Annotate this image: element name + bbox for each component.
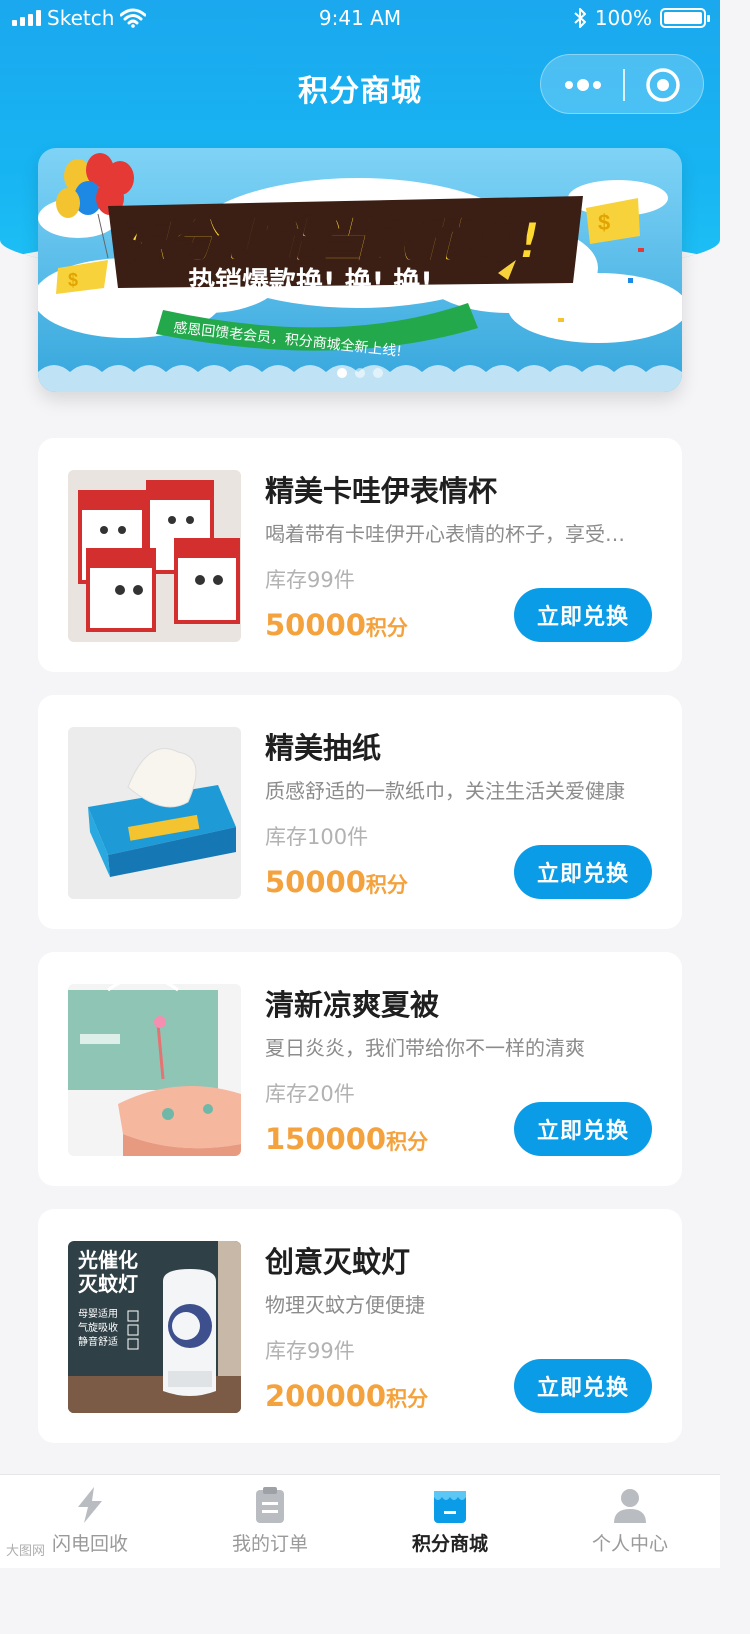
price-value: 50000 — [265, 608, 366, 642]
banner-artwork: $ $ 积分也能当钱花啦! 热销爆款换! 换! 换! 感恩回馈老会员，积分商城全… — [38, 148, 682, 392]
banner-subheadline: 热销爆款换! 换! 换! — [188, 267, 433, 298]
status-bar: Sketch 9:41 AM 100% — [0, 0, 720, 40]
lamp-title-line2: 灭蚊灯 — [78, 1272, 138, 1296]
redeem-button[interactable]: 立即兑换 — [514, 1102, 652, 1156]
watermark: 大图网 — [6, 1544, 46, 1559]
product-price: 50000积分 — [265, 608, 408, 642]
product-description: 质感舒适的一款纸巾，关注生活关爱健康 — [265, 779, 625, 803]
store-icon — [434, 1491, 466, 1523]
product-stock: 库存99件 — [265, 568, 355, 592]
more-icon[interactable] — [561, 71, 605, 99]
tab-label: 个人中心 — [591, 1533, 668, 1555]
product-stock: 库存100件 — [265, 825, 369, 849]
product-price: 50000积分 — [265, 865, 408, 899]
price-unit: 积分 — [365, 616, 408, 640]
price-value: 50000 — [265, 865, 366, 899]
product-stock: 库存20件 — [265, 1082, 355, 1106]
tab-label: 积分商城 — [411, 1533, 488, 1555]
banner-dot[interactable] — [337, 368, 347, 378]
status-right: 100% — [573, 6, 710, 30]
product-image-mug[interactable] — [68, 470, 241, 642]
redeem-button[interactable]: 立即兑换 — [514, 1359, 652, 1413]
lamp-feature: 气旋吸收 — [78, 1321, 118, 1334]
price-unit: 积分 — [386, 1130, 429, 1154]
tab-my-orders[interactable]: 我的订单 — [180, 1475, 360, 1568]
close-miniprogram-icon[interactable] — [645, 67, 681, 103]
lightning-icon — [78, 1487, 102, 1523]
svg-text:$: $ — [598, 210, 610, 235]
tab-points-mall[interactable]: 积分商城 — [360, 1475, 540, 1568]
product-name: 创意灭蚊灯 — [265, 1245, 411, 1279]
redeem-button[interactable]: 立即兑换 — [514, 588, 652, 642]
lamp-feature: 母婴适用 — [78, 1308, 118, 1320]
battery-percent: 100% — [594, 6, 652, 30]
tab-label: 我的订单 — [231, 1533, 308, 1555]
battery-icon — [660, 8, 710, 28]
product-list: 精美卡哇伊表情杯 喝着带有卡哇伊开心表情的杯子，享受… 库存99件 50000积… — [38, 438, 682, 1466]
tab-bar: 闪电回收 我的订单 积分商城 个人中心 — [0, 1474, 720, 1568]
lamp-title-line1: 光催化 — [77, 1248, 138, 1272]
product-description: 物理灭蚊方便便捷 — [265, 1293, 425, 1317]
tab-label: 闪电回收 — [51, 1533, 128, 1555]
product-name: 精美抽纸 — [265, 731, 382, 765]
price-value: 200000 — [265, 1379, 387, 1413]
redeem-button[interactable]: 立即兑换 — [514, 845, 652, 899]
product-card[interactable]: 精美抽纸 质感舒适的一款纸巾，关注生活关爱健康 库存100件 50000积分 立… — [38, 695, 682, 929]
product-price: 150000积分 — [265, 1122, 428, 1156]
product-image-tissue[interactable] — [68, 727, 241, 899]
product-description: 喝着带有卡哇伊开心表情的杯子，享受… — [265, 522, 625, 546]
product-image-mosquito-lamp[interactable]: 光催化 灭蚊灯 母婴适用 气旋吸收 静音舒适 — [68, 1241, 241, 1413]
price-value: 150000 — [265, 1122, 387, 1156]
svg-text:$: $ — [68, 270, 78, 290]
product-card[interactable]: 清新凉爽夏被 夏日炎炎，我们带给你不一样的清爽 库存20件 150000积分 立… — [38, 952, 682, 1186]
banner-headline: 积分也能当钱花啦! — [118, 212, 541, 270]
product-card[interactable]: 精美卡哇伊表情杯 喝着带有卡哇伊开心表情的杯子，享受… 库存99件 50000积… — [38, 438, 682, 672]
product-stock: 库存99件 — [265, 1339, 355, 1363]
capsule-divider — [623, 69, 625, 101]
banner-dot[interactable] — [355, 368, 365, 378]
lamp-feature: 静音舒适 — [78, 1335, 118, 1348]
miniprogram-capsule — [540, 54, 704, 114]
price-unit: 积分 — [365, 873, 408, 897]
tab-profile[interactable]: 个人中心 — [540, 1475, 720, 1568]
product-description: 夏日炎炎，我们带给你不一样的清爽 — [265, 1036, 585, 1060]
product-card[interactable]: 光催化 灭蚊灯 母婴适用 气旋吸收 静音舒适 创意灭蚊灯 物理灭蚊方便便捷 库存… — [38, 1209, 682, 1443]
product-name: 清新凉爽夏被 — [265, 988, 440, 1022]
banner-pagination — [38, 368, 682, 378]
product-price: 200000积分 — [265, 1379, 428, 1413]
person-icon — [614, 1489, 646, 1523]
clipboard-icon — [256, 1487, 284, 1523]
product-name: 精美卡哇伊表情杯 — [265, 474, 498, 508]
product-image-quilt[interactable] — [68, 984, 241, 1156]
promo-banner[interactable]: $ $ 积分也能当钱花啦! 热销爆款换! 换! 换! 感恩回馈老会员，积分商城全… — [38, 148, 682, 392]
banner-dot[interactable] — [373, 368, 383, 378]
bluetooth-icon — [574, 8, 586, 28]
price-unit: 积分 — [386, 1387, 429, 1411]
